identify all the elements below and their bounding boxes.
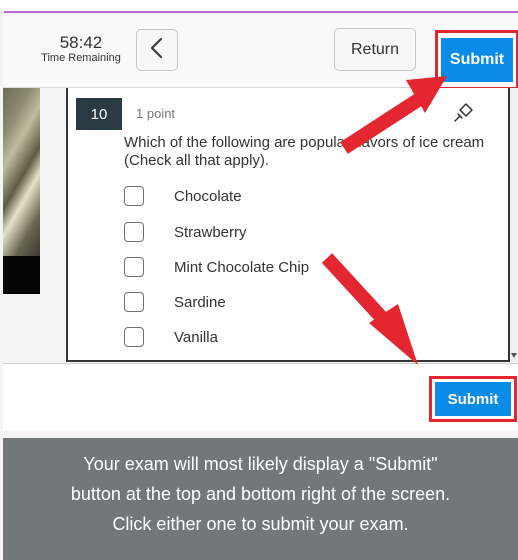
answer-option[interactable]: Chocolate: [124, 184, 364, 208]
quiz-header: 58:42 Time Remaining Return Submit: [3, 15, 518, 90]
timer-value: 58:42: [59, 33, 103, 52]
top-accent-bar: [0, 0, 518, 13]
caption-line: button at the top and bottom right of th…: [70, 484, 451, 504]
answer-label: Sardine: [174, 293, 226, 311]
answer-label: Strawberry: [174, 223, 247, 241]
instruction-caption: Your exam will most likely display a "Su…: [3, 438, 518, 560]
checkbox[interactable]: [124, 186, 144, 206]
question-card: 10 1 point Which of the following are po…: [66, 88, 510, 362]
quiz-screenshot: 58:42 Time Remaining Return Submit 10 1 …: [0, 0, 518, 560]
question-text: Which of the following are popular flavo…: [124, 134, 485, 169]
checkbox[interactable]: [124, 327, 144, 347]
answer-option[interactable]: Mint Chocolate Chip: [124, 255, 364, 279]
answer-option[interactable]: Vanilla: [124, 325, 364, 349]
image-dark-strip: [3, 256, 40, 294]
scrollbar[interactable]: [510, 88, 518, 362]
caption-line: Click either one to submit your exam.: [112, 514, 409, 534]
quiz-footer: Submit: [3, 363, 518, 431]
submit-button-top-highlight: Submit: [435, 30, 518, 90]
checkbox[interactable]: [124, 257, 144, 277]
chevron-left-icon: [149, 37, 165, 64]
question-points: 1 point: [136, 106, 176, 121]
checkbox[interactable]: [124, 222, 144, 242]
answer-label: Vanilla: [174, 328, 218, 346]
pushpin-icon[interactable]: [452, 102, 474, 124]
answer-option[interactable]: Strawberry: [124, 220, 364, 244]
submit-button-bottom-highlight: Submit: [429, 376, 517, 422]
answer-label: Chocolate: [174, 187, 242, 205]
answer-option[interactable]: Sardine: [124, 290, 364, 314]
cropped-image-thumbnail: [3, 88, 40, 294]
timer: 58:42 Time Remaining: [31, 34, 131, 65]
question-number: 10: [76, 98, 122, 130]
return-button[interactable]: Return: [334, 28, 416, 71]
caption-line: Your exam will most likely display a "Su…: [83, 454, 438, 474]
checkbox[interactable]: [124, 292, 144, 312]
submit-button-bottom[interactable]: Submit: [435, 382, 511, 416]
answer-label: Mint Chocolate Chip: [174, 258, 310, 276]
submit-button-top[interactable]: Submit: [441, 38, 513, 82]
back-button[interactable]: [136, 29, 178, 71]
timer-label: Time Remaining: [41, 52, 121, 64]
